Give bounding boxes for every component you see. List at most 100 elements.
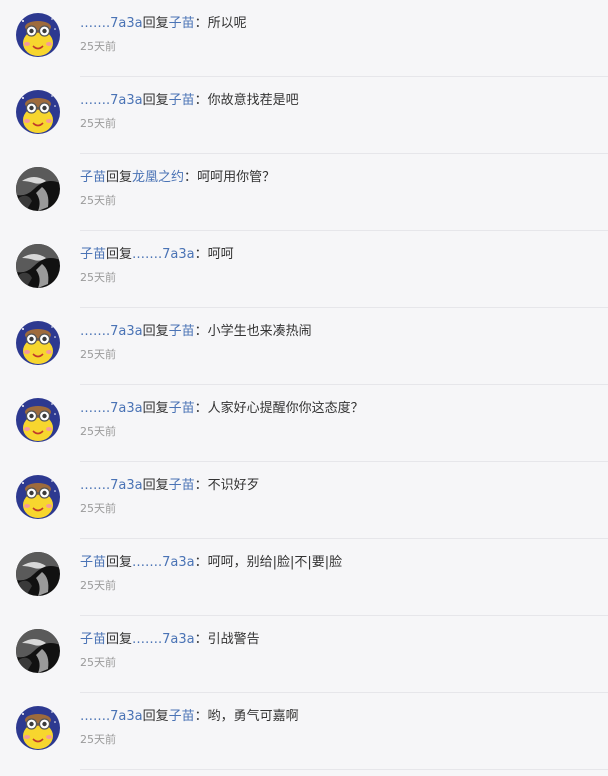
reply-target-link[interactable]: …….7a3a: [132, 632, 195, 647]
author-link[interactable]: …….7a3a: [80, 16, 143, 31]
reply-target-link[interactable]: …….7a3a: [132, 247, 195, 262]
list-item: …….7a3a回复子苗：所以呢 25天前: [0, 0, 608, 77]
author-link[interactable]: …….7a3a: [80, 324, 143, 339]
reply-target-link[interactable]: 子苗: [169, 16, 195, 31]
list-item: …….7a3a回复子苗：你故意找茬是吧 25天前: [0, 77, 608, 154]
reply-target-link[interactable]: 子苗: [169, 93, 195, 108]
bw-avatar-icon: [16, 552, 60, 596]
reply-label: 回复: [142, 401, 169, 416]
avatar[interactable]: [16, 90, 60, 134]
separator: ：: [194, 16, 208, 31]
list-item: 子苗回复…….7a3a：引战警告 25天前: [0, 616, 608, 693]
timestamp: 25天前: [80, 733, 116, 746]
list-item: 子苗回复…….7a3a：呵呵，别给|脸|不|要|脸 25天前: [0, 539, 608, 616]
reply-label: 回复: [142, 93, 169, 108]
comment-line: …….7a3a回复子苗：所以呢: [80, 14, 247, 34]
avatar[interactable]: [16, 706, 60, 750]
author-link[interactable]: 子苗: [80, 247, 106, 262]
reply-target-link[interactable]: 龙凰之约: [132, 170, 184, 185]
timestamp: 25天前: [80, 348, 116, 361]
timestamp: 25天前: [80, 271, 116, 284]
reply-label: 回复: [106, 632, 133, 647]
separator: ：: [194, 478, 208, 493]
list-item: 子苗回复龙凰之约：呵呵用你管？ 25天前: [0, 154, 608, 231]
cartoon-avatar-icon: [16, 475, 60, 519]
timestamp: 25天前: [80, 194, 116, 207]
comment-text: 小学生也来凑热闹: [207, 324, 312, 339]
comment-line: …….7a3a回复子苗：小学生也来凑热闹: [80, 322, 312, 342]
list-item: …….7a3a回复子苗：小学生也来凑热闹 25天前: [0, 308, 608, 385]
reply-label: 回复: [142, 16, 169, 31]
cartoon-avatar-icon: [16, 398, 60, 442]
list-item: …….7a3a回复子苗：哟，勇气可嘉啊 25天前: [0, 693, 608, 770]
separator: ：: [194, 401, 208, 416]
reply-label: 回复: [106, 247, 133, 262]
reply-target-link[interactable]: …….7a3a: [132, 555, 195, 570]
reply-target-link[interactable]: 子苗: [169, 478, 195, 493]
reply-target-link[interactable]: 子苗: [169, 709, 195, 724]
reply-target-link[interactable]: 子苗: [169, 324, 195, 339]
cartoon-avatar-icon: [16, 321, 60, 365]
comment-text: 呵呵，别给|脸|不|要|脸: [207, 555, 343, 570]
separator: ：: [194, 324, 208, 339]
author-link[interactable]: …….7a3a: [80, 478, 143, 493]
comment-line: …….7a3a回复子苗：不识好歹: [80, 476, 260, 496]
comment-text: 不识好歹: [207, 478, 260, 493]
timestamp: 25天前: [80, 502, 116, 515]
comment-line: …….7a3a回复子苗：人家好心提醒你你这态度？: [80, 399, 364, 419]
separator: ：: [194, 555, 208, 570]
author-link[interactable]: …….7a3a: [80, 709, 143, 724]
list-item: …….7a3a回复子苗：不识好歹 25天前: [0, 462, 608, 539]
comment-page: …….7a3a回复子苗：所以呢 25天前 …….7a3a回复子苗：你故意找茬是吧 2…: [0, 0, 608, 776]
avatar[interactable]: [16, 13, 60, 57]
separator: ：: [184, 170, 198, 185]
list-item: 子苗回复…….7a3a：呵呵 25天前: [0, 231, 608, 308]
avatar[interactable]: [16, 398, 60, 442]
timestamp: 25天前: [80, 40, 116, 53]
comment-text: 呵呵用你管？: [197, 170, 276, 185]
cartoon-avatar-icon: [16, 706, 60, 750]
comment-line: 子苗回复…….7a3a：呵呵: [80, 245, 234, 265]
comment-text: 引战警告: [207, 632, 260, 647]
author-link[interactable]: …….7a3a: [80, 401, 143, 416]
comment-text: 哟，勇气可嘉啊: [207, 709, 299, 724]
reply-label: 回复: [106, 555, 133, 570]
bw-avatar-icon: [16, 244, 60, 288]
comment-text: 人家好心提醒你你这态度？: [207, 401, 364, 416]
reply-label: 回复: [142, 478, 169, 493]
avatar[interactable]: [16, 167, 60, 211]
avatar[interactable]: [16, 552, 60, 596]
bw-avatar-icon: [16, 167, 60, 211]
bw-avatar-icon: [16, 629, 60, 673]
cartoon-avatar-icon: [16, 90, 60, 134]
comment-text: 呵呵: [207, 247, 234, 262]
comment-line: 子苗回复…….7a3a：呵呵，别给|脸|不|要|脸: [80, 553, 342, 573]
author-link[interactable]: 子苗: [80, 555, 106, 570]
comment-list: …….7a3a回复子苗：所以呢 25天前 …….7a3a回复子苗：你故意找茬是吧 2…: [0, 0, 608, 770]
author-link[interactable]: …….7a3a: [80, 93, 143, 108]
avatar[interactable]: [16, 321, 60, 365]
reply-label: 回复: [142, 709, 169, 724]
separator: ：: [194, 247, 208, 262]
comment-line: …….7a3a回复子苗：哟，勇气可嘉啊: [80, 707, 299, 727]
comment-text: 所以呢: [207, 16, 247, 31]
avatar[interactable]: [16, 475, 60, 519]
comment-line: …….7a3a回复子苗：你故意找茬是吧: [80, 91, 299, 111]
divider: [80, 769, 608, 770]
cartoon-avatar-icon: [16, 13, 60, 57]
reply-label: 回复: [106, 170, 133, 185]
reply-target-link[interactable]: 子苗: [169, 401, 195, 416]
list-item: …….7a3a回复子苗：人家好心提醒你你这态度？ 25天前: [0, 385, 608, 462]
timestamp: 25天前: [80, 579, 116, 592]
separator: ：: [194, 93, 208, 108]
avatar[interactable]: [16, 629, 60, 673]
timestamp: 25天前: [80, 425, 116, 438]
reply-label: 回复: [142, 324, 169, 339]
comment-line: 子苗回复…….7a3a：引战警告: [80, 630, 260, 650]
author-link[interactable]: 子苗: [80, 170, 106, 185]
separator: ：: [194, 709, 208, 724]
author-link[interactable]: 子苗: [80, 632, 106, 647]
avatar[interactable]: [16, 244, 60, 288]
separator: ：: [194, 632, 208, 647]
timestamp: 25天前: [80, 656, 116, 669]
